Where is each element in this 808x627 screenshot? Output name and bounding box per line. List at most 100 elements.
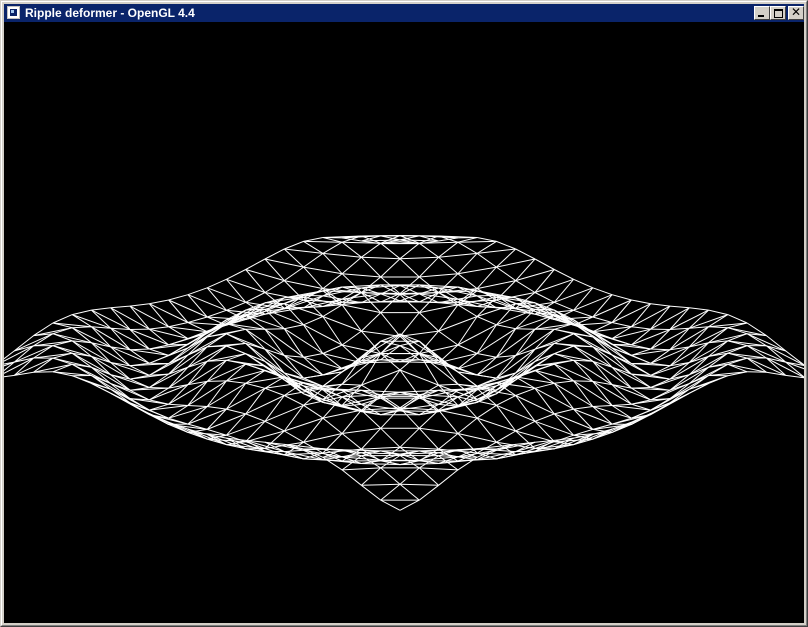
- mesh-edge: [631, 326, 651, 330]
- mesh-edge: [284, 240, 304, 250]
- mesh-edge: [438, 383, 458, 386]
- mesh-edge: [4, 374, 15, 378]
- close-button[interactable]: ✕: [788, 6, 804, 20]
- mesh-edge: [226, 269, 246, 280]
- mesh-edge: [592, 381, 613, 406]
- mesh-edge: [631, 303, 652, 328]
- mesh-edge: [438, 256, 459, 275]
- mesh-edge: [573, 380, 613, 406]
- mesh-edge: [148, 303, 169, 328]
- mesh-edge: [419, 467, 458, 471]
- mesh-edge: [496, 449, 516, 453]
- mesh-edge: [477, 237, 497, 242]
- mesh-edge: [457, 417, 478, 434]
- opengl-viewport[interactable]: [4, 22, 804, 623]
- mesh-edge: [264, 280, 285, 293]
- mesh-edge: [496, 355, 517, 379]
- mesh-edge: [245, 328, 285, 356]
- mesh-edge: [496, 240, 516, 250]
- mesh-edge: [457, 241, 478, 254]
- minimize-button[interactable]: [754, 6, 770, 20]
- mesh-edge: [534, 413, 555, 422]
- mesh-edge: [245, 269, 285, 282]
- mesh-edge: [534, 387, 555, 415]
- mesh-edge: [515, 248, 536, 260]
- mesh-edge: [226, 380, 246, 384]
- mesh-edge: [303, 404, 324, 419]
- mesh-edge: [399, 256, 439, 260]
- mesh-edge: [380, 242, 401, 260]
- mesh-edge: [110, 305, 131, 309]
- mesh-edge: [207, 309, 227, 318]
- mesh-edge: [361, 312, 382, 332]
- mesh-edge: [303, 316, 324, 326]
- mesh-edge: [361, 242, 381, 258]
- mesh-edge: [477, 294, 497, 297]
- mesh-edge: [187, 405, 208, 407]
- mesh-edge: [418, 467, 439, 486]
- maximize-button[interactable]: [770, 6, 786, 20]
- mesh-edge: [399, 258, 420, 278]
- mesh-edge: [496, 266, 516, 282]
- mesh-edge: [322, 241, 343, 254]
- mesh-edge: [245, 395, 285, 415]
- mesh-edge: [361, 427, 382, 450]
- mesh-edge: [438, 433, 459, 450]
- mesh-edge: [361, 484, 382, 501]
- mesh-edge: [226, 408, 246, 415]
- mesh-edge: [226, 333, 266, 350]
- mesh-edge: [168, 322, 189, 328]
- mesh-edge: [477, 374, 497, 379]
- mesh-edge: [457, 240, 497, 243]
- mesh-edge: [129, 305, 169, 328]
- mesh-edge: [399, 483, 439, 486]
- mesh-edge: [669, 305, 690, 309]
- mesh-edge: [438, 241, 459, 258]
- mesh-edge: [284, 266, 304, 282]
- mesh-edge: [361, 256, 382, 278]
- mesh-edge: [322, 295, 343, 300]
- mesh-edge: [476, 404, 497, 419]
- mesh-edge: [284, 449, 304, 453]
- mesh-edge: [669, 327, 690, 351]
- mesh-edge: [399, 427, 420, 448]
- mesh-edge: [264, 302, 285, 305]
- mesh-edge: [573, 294, 613, 311]
- mesh-edge: [322, 417, 343, 434]
- mesh-edge: [341, 256, 362, 275]
- mesh-edge: [206, 278, 227, 289]
- mesh-edge: [225, 383, 247, 410]
- mesh-edge: [303, 324, 343, 346]
- mesh-edge: [669, 307, 690, 330]
- mesh-edge: [727, 345, 748, 354]
- mesh-edge: [245, 413, 266, 422]
- mesh-edge: [419, 427, 458, 434]
- mesh-edge: [206, 408, 227, 430]
- mesh-edge: [573, 408, 613, 425]
- mesh-edge: [611, 366, 651, 388]
- mesh-edge: [476, 324, 497, 354]
- mesh-edge: [110, 307, 150, 330]
- mesh-edge: [496, 360, 536, 391]
- mesh-edge: [650, 307, 690, 330]
- title-bar[interactable]: Ripple deformer - OpenGL 4.4 ✕: [4, 4, 804, 22]
- mesh-edge: [476, 355, 516, 376]
- mesh-edge: [515, 395, 555, 415]
- mesh-edge: [361, 483, 401, 486]
- mesh-edge: [341, 330, 362, 346]
- app-icon[interactable]: [7, 6, 20, 19]
- mesh-edge: [129, 303, 150, 307]
- mesh-edge: [495, 328, 517, 358]
- mesh-edge: [554, 333, 574, 344]
- mesh-edge: [592, 405, 613, 407]
- mesh-edge: [496, 430, 516, 443]
- mesh-edge: [149, 299, 169, 305]
- app-window: Ripple deformer - OpenGL 4.4 ✕: [0, 0, 808, 627]
- mesh-edge: [168, 299, 189, 323]
- mesh-edge: [650, 329, 671, 350]
- mesh-edge: [631, 387, 651, 401]
- mesh-edge: [438, 330, 459, 346]
- mesh-edge: [129, 329, 169, 346]
- mesh-edge: [361, 292, 401, 295]
- mesh-edge: [418, 256, 439, 278]
